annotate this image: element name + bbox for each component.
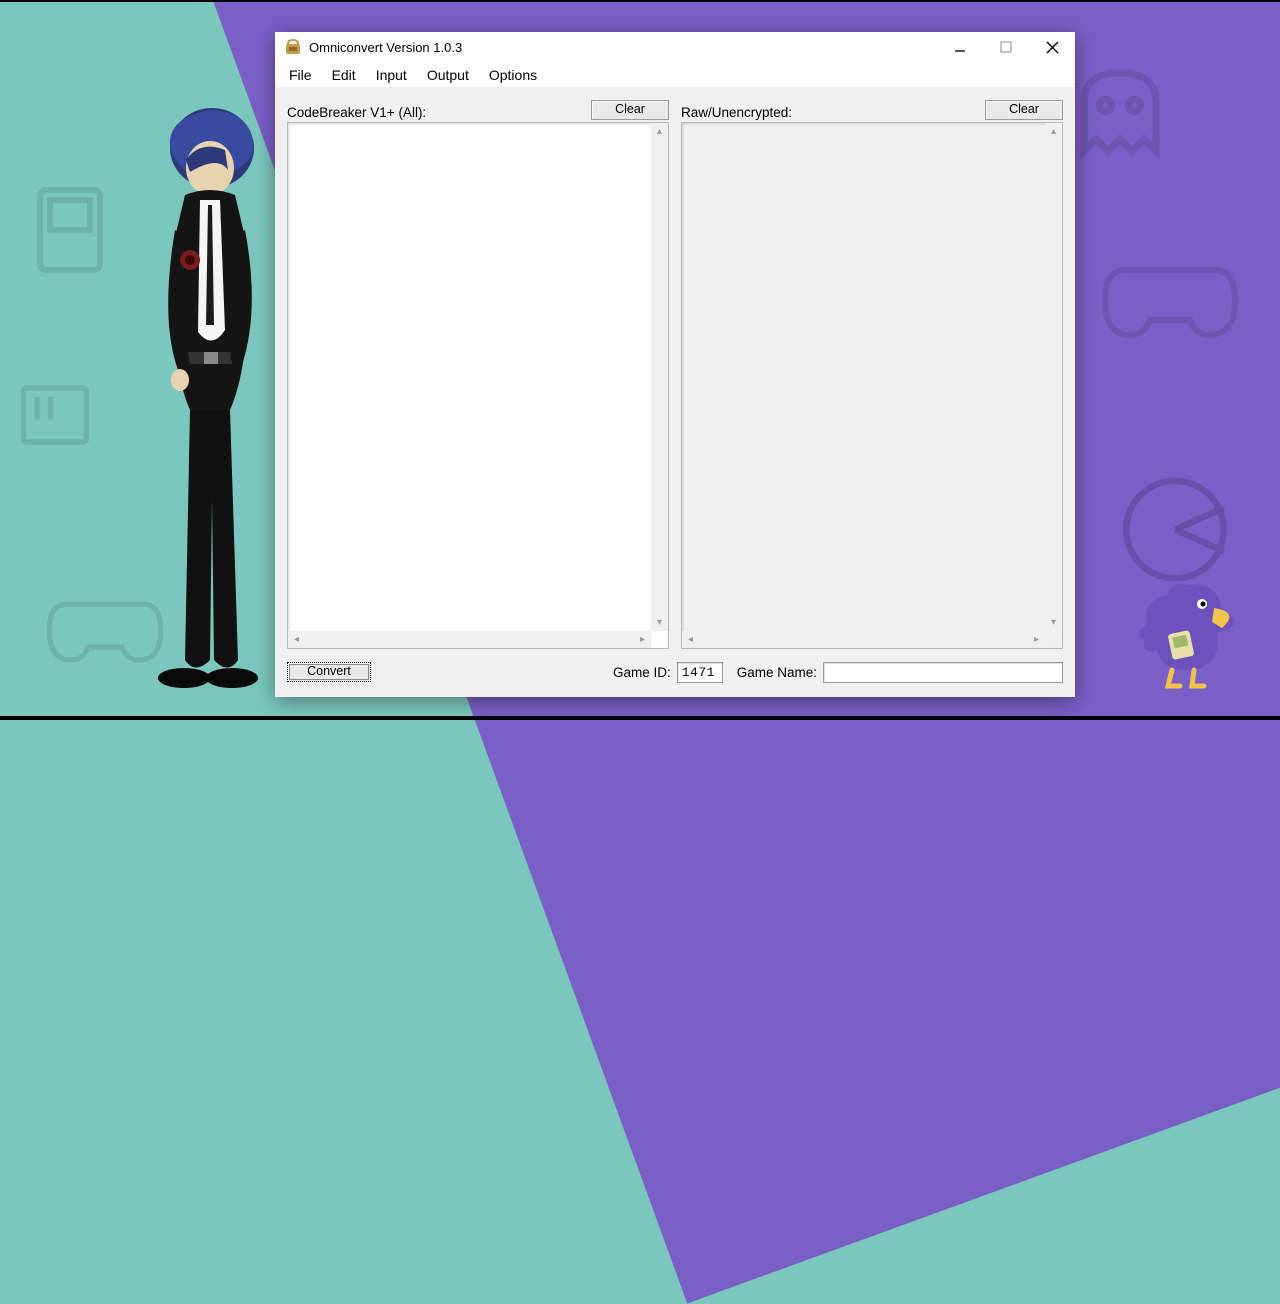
scroll-down-icon[interactable]: ▾: [651, 614, 668, 631]
output-textarea[interactable]: ▴ ▾ ◂ ▸: [681, 122, 1063, 649]
ghost-doodle-icon: [1060, 55, 1180, 175]
menu-options[interactable]: Options: [479, 65, 547, 85]
output-pane-label: Raw/Unencrypted:: [681, 105, 792, 120]
panes: CodeBreaker V1+ (All): Clear ▴ ▾ ◂ ▸: [287, 98, 1063, 649]
input-pane: CodeBreaker V1+ (All): Clear ▴ ▾ ◂ ▸: [287, 98, 669, 649]
input-textarea[interactable]: ▴ ▾ ◂ ▸: [287, 122, 669, 649]
menu-file[interactable]: File: [279, 65, 322, 85]
scroll-right-icon[interactable]: ▸: [1028, 631, 1045, 648]
maximize-button[interactable]: [983, 32, 1029, 62]
clear-output-button[interactable]: Clear: [985, 100, 1063, 120]
letterbox-top: [0, 0, 1280, 2]
letterbox-bottom: [0, 716, 1280, 720]
menu-input[interactable]: Input: [366, 65, 417, 85]
menu-edit[interactable]: Edit: [322, 65, 366, 85]
game-id-label: Game ID:: [613, 665, 671, 680]
client-area: CodeBreaker V1+ (All): Clear ▴ ▾ ◂ ▸: [275, 88, 1075, 697]
scroll-down-icon[interactable]: ▾: [1045, 614, 1062, 631]
output-scroll-horizontal[interactable]: ◂ ▸: [682, 631, 1045, 648]
scroll-left-icon[interactable]: ◂: [288, 631, 305, 648]
input-scroll-horizontal[interactable]: ◂ ▸: [288, 631, 651, 648]
menubar: File Edit Input Output Options: [275, 62, 1075, 88]
window-title: Omniconvert Version 1.0.3: [309, 40, 937, 55]
bottom-row: Convert Game ID: 1471 Game Name:: [287, 659, 1063, 685]
titlebar[interactable]: Omniconvert Version 1.0.3: [275, 32, 1075, 62]
scroll-up-icon[interactable]: ▴: [1045, 123, 1062, 140]
scroll-left-icon[interactable]: ◂: [682, 631, 699, 648]
close-button[interactable]: [1029, 32, 1075, 62]
cartridge-doodle-icon: [10, 370, 100, 460]
dodo-logo-icon: [1122, 570, 1242, 690]
game-name-input[interactable]: [823, 662, 1063, 683]
output-pane: Raw/Unencrypted: Clear ▴ ▾ ◂ ▸: [681, 98, 1063, 649]
controller-doodle-icon: [1100, 250, 1240, 350]
convert-button[interactable]: Convert: [287, 662, 371, 682]
app-icon: [284, 38, 302, 56]
minimize-button[interactable]: [937, 32, 983, 62]
gameboy-doodle-icon: [20, 180, 120, 280]
app-window: Omniconvert Version 1.0.3 File Edit Inpu…: [275, 32, 1075, 697]
scroll-up-icon[interactable]: ▴: [651, 123, 668, 140]
menu-output[interactable]: Output: [417, 65, 479, 85]
anime-character-illustration: [130, 100, 290, 700]
input-scroll-vertical[interactable]: ▴ ▾: [651, 123, 668, 631]
scroll-right-icon[interactable]: ▸: [634, 631, 651, 648]
input-pane-label: CodeBreaker V1+ (All):: [287, 105, 426, 120]
game-name-label: Game Name:: [737, 665, 817, 680]
output-scroll-vertical[interactable]: ▴ ▾: [1045, 123, 1062, 631]
game-id-input[interactable]: 1471: [677, 662, 723, 683]
clear-input-button[interactable]: Clear: [591, 100, 669, 120]
